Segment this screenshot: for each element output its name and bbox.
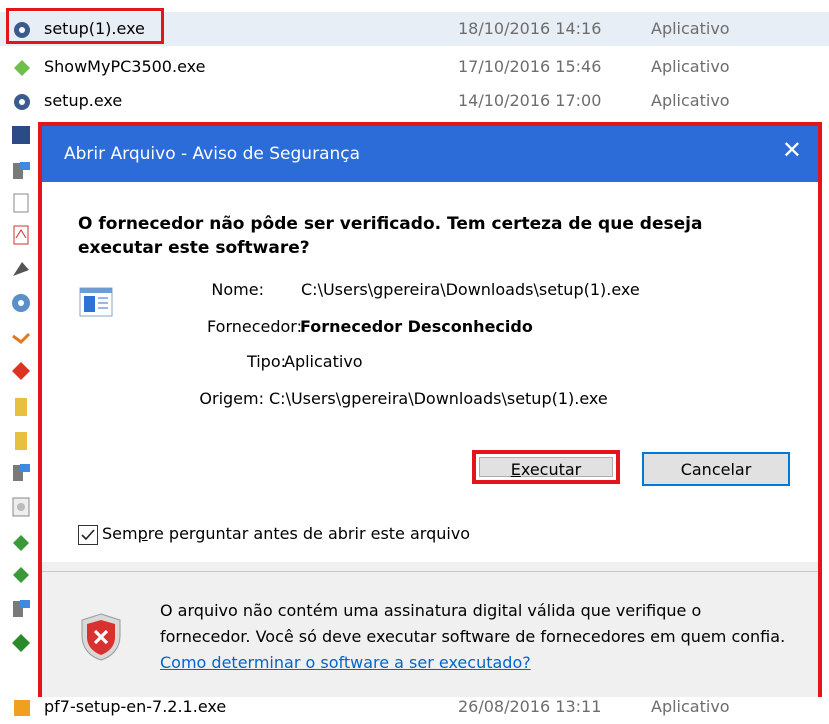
warning-message: O arquivo não contém uma assinatura digi… xyxy=(160,598,790,676)
file-type: Aplicativo xyxy=(651,19,730,38)
installer-icon xyxy=(13,600,30,617)
file-name: pf7-setup-en-7.2.1.exe xyxy=(44,697,227,716)
dialog-title: Abrir Arquivo - Aviso de Segurança xyxy=(64,144,361,164)
installer-app-icon xyxy=(14,700,30,716)
name-value: C:\Users\gpereira\Downloads\setup(1).exe xyxy=(301,280,640,299)
file-name: setup.exe xyxy=(44,91,123,110)
setup-app-icon xyxy=(14,94,30,110)
file-date: 17/10/2016 15:46 xyxy=(458,57,602,76)
dialog-content: O fornecedor não pôde ser verificado. Te… xyxy=(42,182,818,562)
disc-image-icon xyxy=(12,497,30,517)
file-date: 14/10/2016 17:00 xyxy=(458,91,602,110)
file-date: 26/08/2016 13:11 xyxy=(458,697,602,716)
app-icon xyxy=(12,126,30,144)
run-button-label: Executar xyxy=(479,457,613,479)
file-date: 18/10/2016 14:16 xyxy=(458,19,602,38)
always-ask-checkbox[interactable] xyxy=(78,525,98,545)
zip-icon xyxy=(15,398,27,416)
file-type: Aplicativo xyxy=(651,91,730,110)
installer-icon xyxy=(13,464,30,481)
app-icon xyxy=(13,567,29,583)
origin-value: C:\Users\gpereira\Downloads\setup(1).exe xyxy=(269,389,608,408)
name-highlight-box xyxy=(6,8,164,44)
close-icon[interactable]: ✕ xyxy=(782,138,802,162)
file-row[interactable]: setup.exe 14/10/2016 17:00 Aplicativo xyxy=(0,84,829,118)
file-name: ShowMyPC3500.exe xyxy=(44,57,206,76)
disc-icon xyxy=(12,294,30,312)
type-value: Aplicativo xyxy=(284,352,363,371)
security-warning-dialog: Abrir Arquivo - Aviso de Segurança ✕ O f… xyxy=(38,122,822,697)
origin-label: Origem: xyxy=(199,389,264,408)
publisher-value: Fornecedor Desconhecido xyxy=(300,317,533,336)
pdf-icon xyxy=(13,225,29,245)
shield-error-icon xyxy=(81,613,121,661)
app-icon xyxy=(13,535,29,551)
app-icon xyxy=(13,262,29,276)
document-icon xyxy=(13,193,29,213)
application-icon xyxy=(79,287,113,317)
file-row[interactable]: ShowMyPC3500.exe 17/10/2016 15:46 Aplica… xyxy=(0,50,829,84)
dialog-footer: O arquivo não contém uma assinatura digi… xyxy=(42,572,818,697)
run-button[interactable]: Executar xyxy=(472,450,620,484)
showmypc-app-icon xyxy=(14,60,30,76)
installer-icon xyxy=(13,162,30,179)
help-link[interactable]: Como determinar o software a ser executa… xyxy=(160,653,531,672)
publisher-label: Fornecedor: xyxy=(207,317,302,336)
zip-icon xyxy=(15,432,27,450)
warning-text: O arquivo não contém uma assinatura digi… xyxy=(160,601,786,646)
dialog-titlebar[interactable]: Abrir Arquivo - Aviso de Segurança ✕ xyxy=(42,126,818,182)
name-label: Nome: xyxy=(211,280,264,299)
file-type: Aplicativo xyxy=(651,57,730,76)
type-label: Tipo: xyxy=(246,352,286,371)
cancel-button[interactable]: Cancelar xyxy=(642,452,790,486)
app-icon xyxy=(12,634,30,652)
app-icon xyxy=(12,362,30,380)
checkmark-icon xyxy=(81,529,95,541)
always-ask-label: Sempre perguntar antes de abrir este arq… xyxy=(102,524,471,543)
app-icon xyxy=(12,332,31,344)
warning-question: O fornecedor não pôde ser verificado. Te… xyxy=(78,214,703,258)
file-type: Aplicativo xyxy=(651,697,730,716)
